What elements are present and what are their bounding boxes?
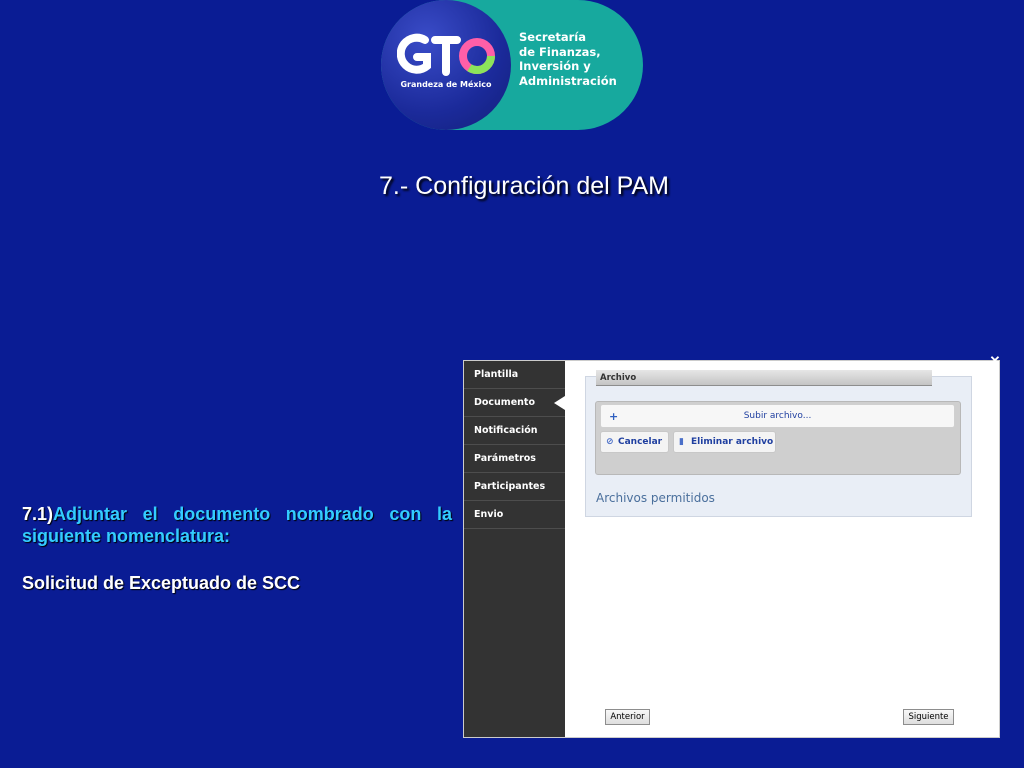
sidebar-item-parametros[interactable]: Parámetros <box>464 445 565 473</box>
sidebar-item-plantilla[interactable]: Plantilla <box>464 361 565 389</box>
close-icon[interactable]: ✕ <box>988 354 1002 368</box>
logo-org-name: Secretaría de Finanzas, Inversión y Admi… <box>519 30 643 88</box>
logo-tagline: Grandeza de México <box>400 80 492 89</box>
gto-logo: Grandeza de México Secretaría de Finanza… <box>381 0 643 130</box>
wizard-sidebar: Plantilla Documento Notificación Parámet… <box>464 361 565 737</box>
logo-org-line: Secretaría <box>519 30 587 44</box>
instruction-paragraph: 7.1)Adjuntar el documento nombrado con l… <box>22 503 452 547</box>
sidebar-item-notificacion[interactable]: Notificación <box>464 417 565 445</box>
instruction-text: Adjuntar el documento nombrado con la si… <box>22 504 452 546</box>
sidebar-item-documento[interactable]: Documento <box>464 389 565 417</box>
logo-org-line: de Finanzas, <box>519 44 601 59</box>
trash-icon: ▮ <box>679 437 684 447</box>
delete-file-label: Eliminar archivo <box>691 437 774 447</box>
upload-file-label: Subir archivo... <box>743 411 812 421</box>
cancel-label: Cancelar <box>618 437 663 447</box>
next-button[interactable]: Siguiente <box>903 709 954 725</box>
delete-file-button[interactable]: ▮ Eliminar archivo <box>673 431 776 453</box>
document-config-screenshot: Plantilla Documento Notificación Parámet… <box>463 360 1000 738</box>
previous-button[interactable]: Anterior <box>605 709 650 725</box>
step-number: 7.1) <box>22 504 54 524</box>
gto-mark-icon <box>397 33 495 76</box>
upload-file-button[interactable]: + Subir archivo... <box>600 404 955 428</box>
instruction-block: 7.1)Adjuntar el documento nombrado con l… <box>22 503 452 594</box>
sidebar-item-participantes[interactable]: Participantes <box>464 473 565 501</box>
cancel-icon: ⊘ <box>606 437 614 447</box>
logo-org-line: Inversión y <box>519 59 591 73</box>
archivo-header: Archivo <box>596 370 932 386</box>
sidebar-item-envio[interactable]: Envio <box>464 501 565 529</box>
cancel-button[interactable]: ⊘ Cancelar <box>600 431 669 453</box>
logo-org-line: Administración <box>519 73 617 88</box>
slide-title: 7.- Configuración del PAM <box>379 172 669 200</box>
allowed-files-label: Archivos permitidos <box>596 491 715 505</box>
document-name: Solicitud de Exceptuado de SCC <box>22 573 301 593</box>
